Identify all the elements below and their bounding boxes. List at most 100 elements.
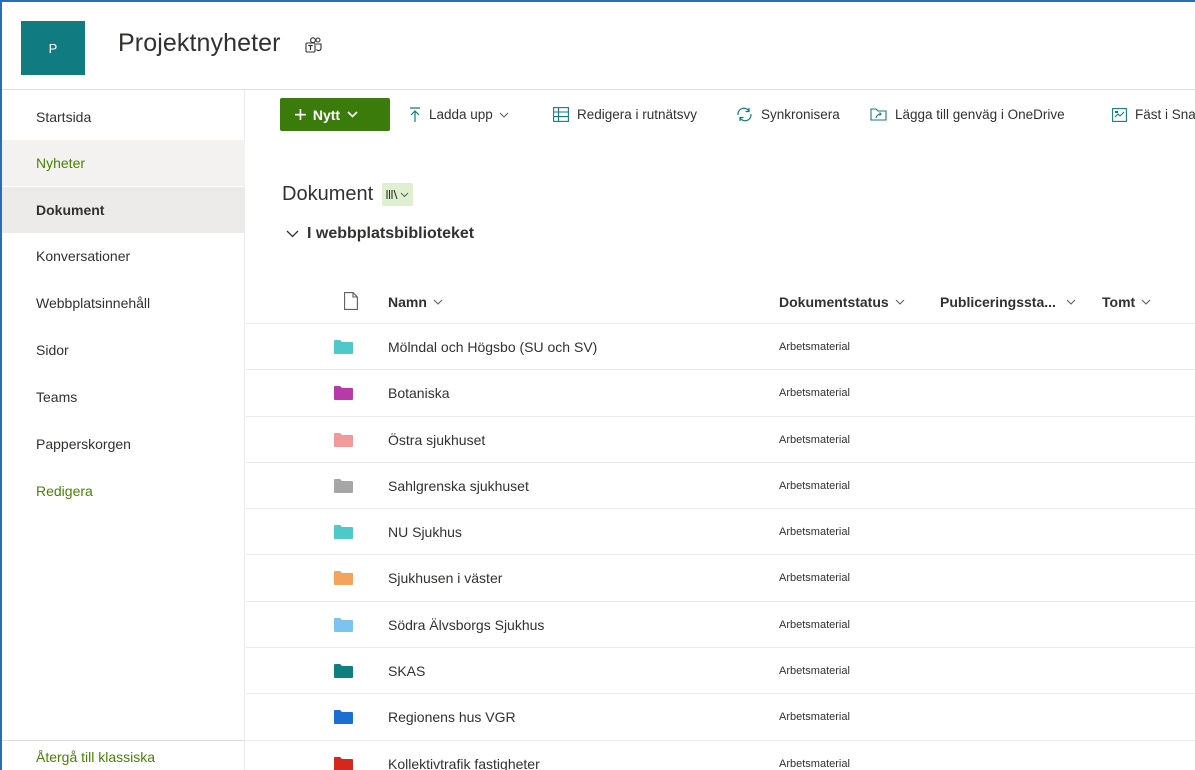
document-list: Mölndal och Högsbo (SU och SV) Arbetsmate…: [246, 324, 1195, 770]
chevron-down-icon: [286, 230, 299, 238]
nav-item-sidor[interactable]: Sidor: [2, 327, 245, 373]
row-status: Arbetsmaterial: [779, 387, 850, 400]
chevron-down-icon: [1141, 299, 1151, 305]
table-row[interactable]: SKAS Arbetsmaterial: [246, 648, 1195, 695]
folder-icon: [334, 664, 353, 679]
nav-item-label: Teams: [36, 389, 78, 405]
chevron-down-icon: [1066, 299, 1076, 305]
row-status: Arbetsmaterial: [779, 479, 850, 492]
table-row[interactable]: Sahlgrenska sjukhuset Arbetsmaterial: [246, 463, 1195, 510]
nav-item-label: Dokument: [36, 202, 105, 218]
chevron-down-icon: [895, 299, 905, 305]
column-empty[interactable]: Tomt: [1102, 280, 1151, 324]
group-header[interactable]: I webbplatsbiblioteket: [286, 225, 474, 243]
upload-label: Ladda upp: [429, 107, 493, 122]
folder-icon: [334, 571, 353, 586]
pin-label: Fäst i Sna: [1135, 107, 1195, 122]
column-publishing-label: Publiceringssta...: [940, 294, 1056, 310]
row-name[interactable]: NU Sjukhus: [388, 509, 462, 555]
teams-icon[interactable]: [305, 37, 323, 53]
nav-item-label: Webbplatsinnehåll: [36, 295, 151, 311]
shortcut-icon: [870, 108, 887, 121]
row-name[interactable]: Sjukhusen i väster: [388, 555, 502, 601]
row-status: Arbetsmaterial: [779, 711, 850, 724]
nav-item-teams[interactable]: Teams: [2, 374, 245, 420]
grid-icon: [553, 107, 569, 122]
app-frame: P Projektnyheter Startsida Nyheter Dokum…: [0, 0, 1195, 770]
sync-icon: [737, 107, 752, 122]
row-name[interactable]: Sahlgrenska sjukhuset: [388, 463, 529, 509]
site-header: P Projektnyheter: [2, 2, 1195, 90]
folder-icon: [334, 432, 353, 447]
table-row[interactable]: Sjukhusen i väster Arbetsmaterial: [246, 555, 1195, 602]
column-publishing-status[interactable]: Publiceringssta...: [940, 280, 1076, 324]
row-status: Arbetsmaterial: [779, 526, 850, 539]
return-classic-link[interactable]: Återgå till klassiska: [2, 740, 245, 770]
nav-item-startsida[interactable]: Startsida: [2, 94, 245, 140]
row-name[interactable]: Botaniska: [388, 370, 449, 416]
nav-item-webbplatsinnehall[interactable]: Webbplatsinnehåll: [2, 280, 245, 326]
file-type-icon[interactable]: [344, 292, 358, 310]
row-status: Arbetsmaterial: [779, 341, 850, 353]
column-name-label: Namn: [388, 294, 427, 310]
folder-icon: [334, 478, 353, 493]
nav-item-papperskorgen[interactable]: Papperskorgen: [2, 421, 245, 467]
group-label: I webbplatsbiblioteket: [307, 225, 475, 242]
row-name[interactable]: Södra Älvsborgs Sjukhus: [388, 602, 544, 648]
site-title[interactable]: Projektnyheter: [118, 29, 281, 58]
row-status: Arbetsmaterial: [779, 665, 850, 678]
pin-button[interactable]: Fäst i Sna: [1112, 98, 1195, 131]
left-navigation: Startsida Nyheter Dokument Konversatione…: [2, 90, 245, 770]
column-document-status[interactable]: Dokumentstatus: [779, 280, 905, 324]
command-bar: + Nytt Ladda upp Redigera i rutnätsvy Sy…: [246, 90, 1195, 140]
new-button-label: Nytt: [312, 106, 341, 123]
row-name[interactable]: Kollektivtrafik fastigheter: [388, 741, 540, 770]
sync-button[interactable]: Synkronisera: [736, 98, 840, 131]
chevron-down-icon: [433, 299, 443, 305]
folder-icon: [334, 710, 353, 725]
chevron-down-icon: [347, 111, 358, 118]
nav-item-redigera[interactable]: Redigera: [2, 468, 245, 514]
row-name[interactable]: SKAS: [388, 648, 425, 694]
library-title-text: Dokument: [282, 183, 374, 205]
shortcut-label: Lägga till genväg i OneDrive: [895, 107, 1065, 122]
nav-item-label: Redigera: [36, 483, 93, 499]
table-row[interactable]: Östra sjukhuset Arbetsmaterial: [246, 417, 1195, 463]
nav-item-nyheter[interactable]: Nyheter: [2, 140, 245, 186]
library-view-switcher[interactable]: [382, 183, 414, 206]
new-button[interactable]: + Nytt: [280, 98, 390, 131]
column-name[interactable]: Namn: [388, 280, 443, 324]
nav-item-label: Nyheter: [36, 155, 86, 171]
nav-item-label: Startsida: [36, 109, 92, 125]
grid-view-button[interactable]: Redigera i rutnätsvy: [553, 98, 697, 131]
upload-icon: [410, 106, 420, 122]
row-name[interactable]: Mölndal och Högsbo (SU och SV): [388, 324, 597, 370]
nav-item-label: Sidor: [36, 342, 69, 358]
site-logo[interactable]: P: [21, 21, 85, 75]
table-row[interactable]: Södra Älvsborgs Sjukhus Arbetsmaterial: [246, 602, 1195, 649]
library-icon: [386, 189, 398, 200]
upload-button[interactable]: Ladda upp: [409, 98, 517, 131]
nav-item-konversationer[interactable]: Konversationer: [2, 233, 245, 279]
row-name[interactable]: Regionens hus VGR: [388, 694, 516, 740]
table-row[interactable]: Regionens hus VGR Arbetsmaterial: [246, 694, 1195, 741]
add-shortcut-button[interactable]: Lägga till genväg i OneDrive: [870, 98, 1065, 131]
table-row[interactable]: Botaniska Arbetsmaterial: [246, 370, 1195, 417]
folder-icon: [334, 756, 353, 770]
sync-label: Synkronisera: [761, 107, 840, 122]
table-row[interactable]: Kollektivtrafik fastigheter Arbetsmateria…: [246, 741, 1195, 770]
pin-icon: [1112, 107, 1127, 122]
table-row[interactable]: NU Sjukhus Arbetsmaterial: [246, 509, 1195, 556]
folder-icon: [334, 386, 353, 401]
row-name[interactable]: Östra sjukhuset: [388, 417, 485, 463]
folder-icon: [334, 340, 353, 354]
row-status: Arbetsmaterial: [779, 618, 850, 631]
folder-icon: [334, 525, 353, 540]
nav-item-dokument[interactable]: Dokument: [2, 187, 245, 233]
row-status: Arbetsmaterial: [779, 572, 850, 585]
folder-icon: [334, 617, 353, 632]
table-row[interactable]: Mölndal och Högsbo (SU och SV) Arbetsmate…: [246, 324, 1195, 371]
row-status: Arbetsmaterial: [779, 757, 850, 770]
nav-item-label: Papperskorgen: [36, 436, 131, 452]
column-status-label: Dokumentstatus: [779, 294, 889, 310]
